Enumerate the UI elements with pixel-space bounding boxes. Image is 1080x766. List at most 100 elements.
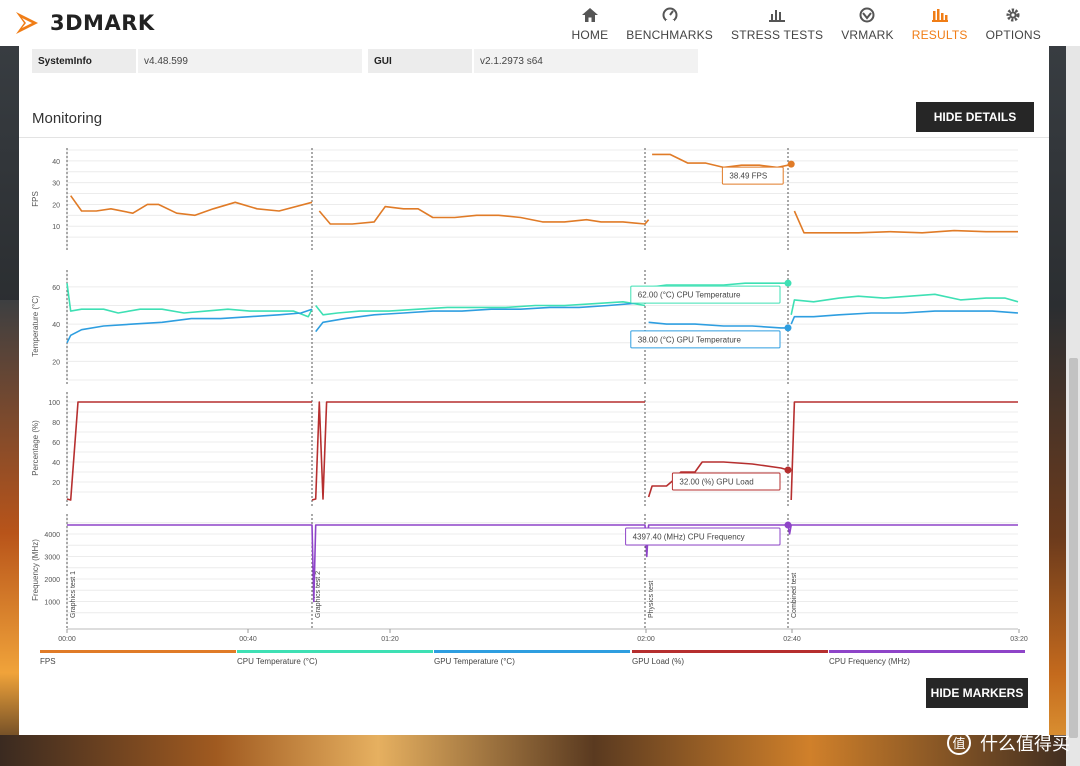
- callout-label: 38.49 FPS: [729, 172, 767, 181]
- results-icon: [931, 6, 948, 24]
- callout-label: 4397.40 (MHz) CPU Frequency: [633, 533, 745, 542]
- y-tick-label: 40: [52, 460, 60, 467]
- callout-point: [784, 521, 792, 529]
- fps-series-line: [793, 210, 1018, 234]
- x-tick-label: 02:00: [637, 636, 655, 643]
- y-axis-label: Frequency (MHz): [31, 539, 40, 601]
- test-marker-label: Graphics test 1: [70, 571, 77, 618]
- gauge-icon: [662, 6, 678, 24]
- svg-text:值: 值: [952, 736, 965, 752]
- gpu_temp-series-line: [790, 310, 1019, 325]
- x-tick-label: 03:20: [1010, 636, 1028, 643]
- legend-item[interactable]: FPS: [40, 650, 236, 674]
- y-tick-label: 30: [52, 181, 60, 188]
- nav-vrmark[interactable]: VRMARK: [832, 6, 903, 42]
- bar-chart-icon: [769, 6, 786, 24]
- cpu_temp-series-line: [66, 283, 313, 318]
- callout-point: [784, 279, 792, 287]
- 3dmark-logo-icon: [16, 12, 38, 34]
- callout-label: 62.00 (°C) CPU Temperature: [638, 291, 741, 300]
- y-tick-label: 20: [52, 359, 60, 366]
- y-tick-label: 80: [52, 420, 60, 427]
- test-marker-label: Physics test: [648, 581, 655, 618]
- nav-benchmarks[interactable]: BENCHMARKS: [617, 6, 722, 42]
- y-tick-label: 3000: [44, 555, 60, 562]
- legend-label: GPU Temperature (°C): [434, 657, 515, 666]
- monitoring-chart: 10 20 30 40 FPS 38.49 FPS 20 40 60 Temperature (°…: [31, 148, 1028, 643]
- callout-label: 32.00 (%) GPU Load: [679, 478, 753, 487]
- legend-swatch: [434, 650, 630, 653]
- top-navigation-bar: 3DMARK HOME BENCHMARKS STRESS TESTS VRMA…: [0, 0, 1080, 46]
- legend-swatch: [829, 650, 1025, 653]
- hide-details-button[interactable]: HIDE DETAILS: [916, 102, 1034, 132]
- y-tick-label: 20: [52, 480, 60, 487]
- y-tick-label: 40: [52, 159, 60, 166]
- y-tick-label: 60: [52, 440, 60, 447]
- monitoring-title: Monitoring: [32, 110, 103, 127]
- y-tick-label: 60: [52, 285, 60, 292]
- watermark-logo-icon: 值: [947, 731, 971, 755]
- background-fire: [0, 735, 1080, 766]
- app-logo[interactable]: 3DMARK: [14, 8, 155, 38]
- gpu_load-series-line: [790, 401, 1018, 501]
- legend-swatch: [237, 650, 433, 653]
- nav-options-label: OPTIONS: [985, 28, 1041, 42]
- systeminfo-value: v4.48.599: [138, 49, 362, 73]
- nav-results[interactable]: RESULTS: [903, 6, 977, 42]
- y-tick-label: 1000: [44, 600, 60, 607]
- legend-label: FPS: [40, 657, 56, 666]
- gui-value: v2.1.2973 s64: [474, 49, 698, 73]
- background-art: [0, 300, 20, 766]
- y-axis-label: Temperature (°C): [31, 295, 40, 357]
- main-nav: HOME BENCHMARKS STRESS TESTS VRMARK RESU…: [562, 6, 1050, 42]
- legend-label: CPU Temperature (°C): [237, 657, 318, 666]
- y-tick-label: 4000: [44, 532, 60, 539]
- systeminfo-label: SystemInfo: [32, 49, 136, 73]
- y-tick-label: 10: [52, 224, 60, 231]
- nav-home-label: HOME: [571, 28, 609, 42]
- y-axis-label: Percentage (%): [31, 420, 40, 476]
- test-marker-label: Combined test: [791, 573, 798, 618]
- x-tick-label: 01:20: [381, 636, 399, 643]
- fps-series-line: [70, 195, 313, 217]
- gpu_temp-series-line: [315, 301, 646, 333]
- vr-icon: [859, 6, 875, 24]
- nav-home[interactable]: HOME: [562, 6, 617, 42]
- legend-item[interactable]: CPU Temperature (°C): [237, 650, 433, 674]
- y-tick-label: 100: [48, 400, 60, 407]
- scrollbar-thumb[interactable]: [1069, 358, 1078, 738]
- nav-results-label: RESULTS: [911, 28, 968, 42]
- nav-stress-tests-label: STRESS TESTS: [730, 28, 824, 42]
- cpu_temp-series-line: [315, 301, 646, 316]
- x-tick-label: 02:40: [783, 636, 801, 643]
- legend-label: CPU Frequency (MHz): [829, 657, 910, 666]
- callout-point: [787, 160, 795, 168]
- nav-options[interactable]: OPTIONS: [977, 6, 1050, 42]
- legend-label: GPU Load (%): [632, 657, 685, 666]
- y-axis-label: FPS: [31, 191, 40, 207]
- legend-swatch: [40, 650, 236, 653]
- gpu_load-series-line: [66, 401, 312, 501]
- results-panel: SystemInfo v4.48.599 GUI v2.1.2973 s64 M…: [19, 46, 1049, 735]
- gpu_temp-series-line: [648, 321, 788, 329]
- gear-icon: [1005, 6, 1021, 24]
- callout-label: 38.00 (°C) GPU Temperature: [638, 335, 742, 344]
- legend-swatch: [632, 650, 828, 653]
- watermark: 值 什么值得买: [944, 730, 1070, 756]
- hide-markers-button[interactable]: HIDE MARKERS: [926, 678, 1028, 708]
- gui-label: GUI: [368, 49, 472, 73]
- y-tick-label: 2000: [44, 577, 60, 584]
- callout-point: [784, 324, 792, 332]
- legend-item[interactable]: CPU Frequency (MHz): [829, 650, 1025, 674]
- legend-item[interactable]: GPU Temperature (°C): [434, 650, 630, 674]
- watermark-text: 什么值得买: [980, 734, 1070, 755]
- nav-benchmarks-label: BENCHMARKS: [626, 28, 713, 42]
- test-marker-label: Graphics test 2: [315, 571, 322, 618]
- x-tick-label: 00:40: [239, 636, 257, 643]
- gpu_load-series-line: [311, 401, 645, 501]
- gpu_temp-series-line: [66, 308, 313, 344]
- nav-stress-tests[interactable]: STRESS TESTS: [722, 6, 832, 42]
- x-tick-label: 00:00: [58, 636, 76, 643]
- legend-item[interactable]: GPU Load (%): [632, 650, 828, 674]
- gui-row: GUI v2.1.2973 s64: [368, 49, 698, 73]
